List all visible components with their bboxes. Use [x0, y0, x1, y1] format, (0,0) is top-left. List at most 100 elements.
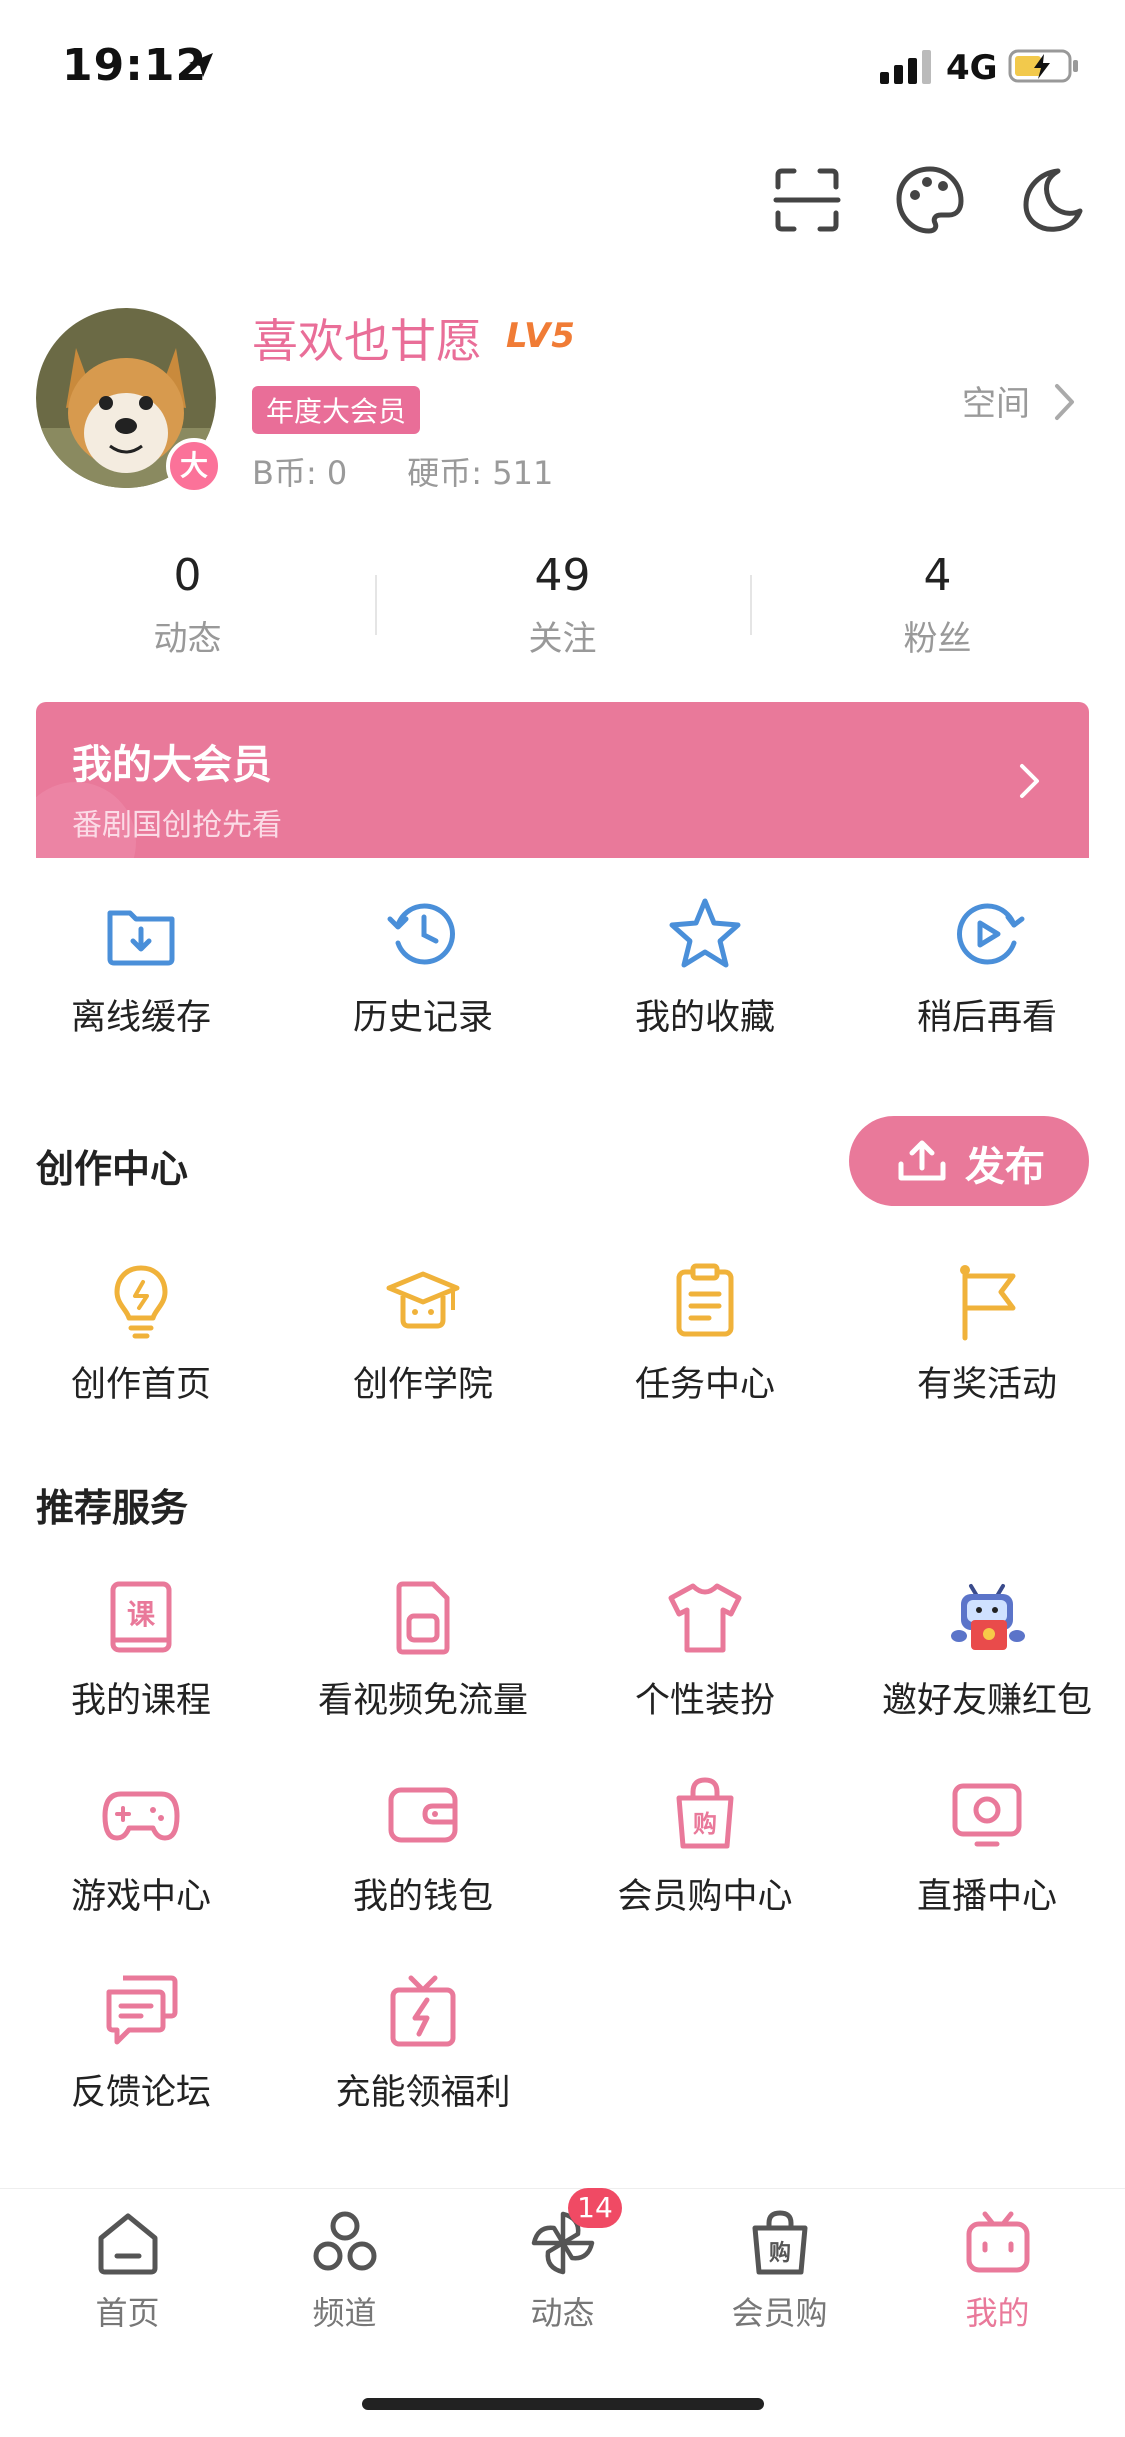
quick-label: 我的收藏 [634, 998, 775, 1038]
grid-label: 邀好友赚红包 [881, 1681, 1092, 1721]
vip-avatar-badge: 大 [166, 438, 222, 494]
stat-following[interactable]: 49 关注 [375, 550, 750, 660]
nav-label: 我的 [965, 2294, 1030, 2332]
network-type: 4G [946, 48, 998, 88]
quick-history[interactable]: 历史记录 [282, 895, 564, 1040]
creation-home[interactable]: 创作首页 [0, 1262, 282, 1407]
home-icon [98, 2213, 157, 2275]
recommended-title: 推荐服务 [36, 1486, 189, 1530]
play-later-icon [956, 903, 1025, 965]
nav-member-shop[interactable]: 购 会员购 [667, 2208, 892, 2334]
quick-favorites[interactable]: 我的收藏 [564, 895, 846, 1040]
service-courses[interactable]: 课 我的课程 [0, 1578, 282, 1723]
service-invite-friends[interactable]: 邀好友赚红包 [846, 1578, 1125, 1723]
night-mode-moon-icon[interactable] [1016, 165, 1086, 235]
nav-channels[interactable]: 频道 [232, 2208, 457, 2334]
creation-center-title: 创作中心 [36, 1147, 189, 1191]
battery-icon [1008, 49, 1078, 83]
level-badge: LV5 [506, 316, 576, 356]
gift-charge-icon [390, 1975, 456, 2047]
grid-label: 游戏中心 [70, 1877, 211, 1917]
graduation-cap-icon [386, 1271, 460, 1329]
stat-label: 粉丝 [903, 619, 972, 659]
history-clock-icon [387, 903, 456, 965]
gamepad-icon [102, 1791, 180, 1841]
home-indicator[interactable] [362, 2398, 764, 2410]
svg-text:课: 课 [127, 1598, 156, 1631]
sim-card-icon [396, 1581, 450, 1655]
nav-home[interactable]: 首页 [15, 2208, 240, 2334]
grid-label: 会员购中心 [617, 1877, 793, 1917]
grid-label: 个性装扮 [634, 1681, 775, 1721]
grid-label: 看视频免流量 [317, 1681, 528, 1721]
service-wallet[interactable]: 我的钱包 [282, 1774, 564, 1919]
scan-icon[interactable] [772, 165, 842, 235]
service-charge-welfare[interactable]: 充能领福利 [282, 1970, 564, 2115]
grid-label: 任务中心 [634, 1365, 775, 1405]
stat-value: 49 [534, 550, 591, 601]
wallet-icon [388, 1787, 458, 1843]
nav-label: 会员购 [731, 2294, 828, 2332]
quick-watch-later[interactable]: 稍后再看 [846, 895, 1125, 1040]
chevron-right-icon [1020, 764, 1039, 798]
service-member-shop[interactable]: 购 会员购中心 [564, 1774, 846, 1919]
username[interactable]: 喜欢也甘愿 [252, 305, 482, 371]
grid-label: 充能领福利 [335, 2073, 511, 2113]
nav-label: 首页 [95, 2294, 160, 2332]
nav-label: 动态 [530, 2294, 595, 2332]
grid-label: 创作学院 [352, 1365, 493, 1405]
stat-fans[interactable]: 4 粉丝 [750, 550, 1125, 660]
live-tv-icon [952, 1783, 1022, 1847]
chat-bubbles-icon [106, 1975, 178, 2045]
course-book-icon: 课 [110, 1581, 172, 1653]
quick-label: 离线缓存 [70, 998, 211, 1038]
notification-badge: 14 [568, 2188, 622, 2228]
stat-label: 动态 [153, 619, 222, 659]
flag-icon [960, 1265, 1016, 1341]
lightbulb-icon [114, 1265, 168, 1339]
signal-icon [880, 50, 931, 84]
service-feedback-forum[interactable]: 反馈论坛 [0, 1970, 282, 2115]
vip-banner-subtitle: 番剧国创抢先看 [72, 808, 282, 843]
creation-events[interactable]: 有奖活动 [846, 1262, 1125, 1407]
mascot-red-envelope-icon [951, 1584, 1025, 1650]
vip-banner-title: 我的大会员 [72, 742, 272, 788]
clipboard-icon [676, 1263, 734, 1337]
creation-tasks[interactable]: 任务中心 [564, 1262, 846, 1407]
chevron-right-icon[interactable] [1052, 382, 1078, 422]
nav-dynamics[interactable]: 动态 [450, 2208, 675, 2334]
nav-mine[interactable]: 我的 [885, 2208, 1110, 2334]
service-live-center[interactable]: 直播中心 [846, 1774, 1125, 1919]
tshirt-icon [668, 1583, 742, 1653]
shopping-bag-icon: 购 [676, 1777, 734, 1849]
grid-label: 我的课程 [70, 1681, 211, 1721]
service-free-data[interactable]: 看视频免流量 [282, 1578, 564, 1723]
upload-icon [898, 1140, 946, 1181]
channels-icon [313, 2211, 376, 2271]
tv-mine-icon [966, 2211, 1029, 2273]
grid-label: 直播中心 [916, 1877, 1057, 1917]
vip-tag[interactable]: 年度大会员 [252, 386, 421, 434]
stat-value: 4 [923, 550, 952, 601]
service-costume[interactable]: 个性装扮 [564, 1578, 846, 1723]
stat-value: 0 [173, 550, 202, 601]
quick-offline-cache[interactable]: 离线缓存 [0, 895, 282, 1040]
grid-label: 有奖活动 [916, 1365, 1057, 1405]
star-icon [669, 898, 741, 968]
location-arrow-icon [189, 53, 213, 77]
creation-academy[interactable]: 创作学院 [282, 1262, 564, 1407]
shopping-bag-icon: 购 [752, 2210, 807, 2275]
service-game-center[interactable]: 游戏中心 [0, 1774, 282, 1919]
grid-label: 我的钱包 [352, 1877, 493, 1917]
space-link[interactable]: 空间 [962, 376, 1030, 425]
coin-balance: 硬币: 511 [407, 454, 554, 492]
stat-label: 关注 [528, 619, 597, 659]
publish-button[interactable]: 发布 [849, 1116, 1089, 1206]
quick-label: 稍后再看 [916, 998, 1057, 1038]
b-coin-balance: B币: 0 [252, 454, 348, 492]
nav-label: 频道 [312, 2294, 377, 2332]
grid-label: 反馈论坛 [70, 2073, 211, 2113]
svg-text:购: 购 [693, 1810, 717, 1838]
stat-dynamics[interactable]: 0 动态 [0, 550, 375, 660]
theme-palette-icon[interactable] [895, 165, 965, 235]
